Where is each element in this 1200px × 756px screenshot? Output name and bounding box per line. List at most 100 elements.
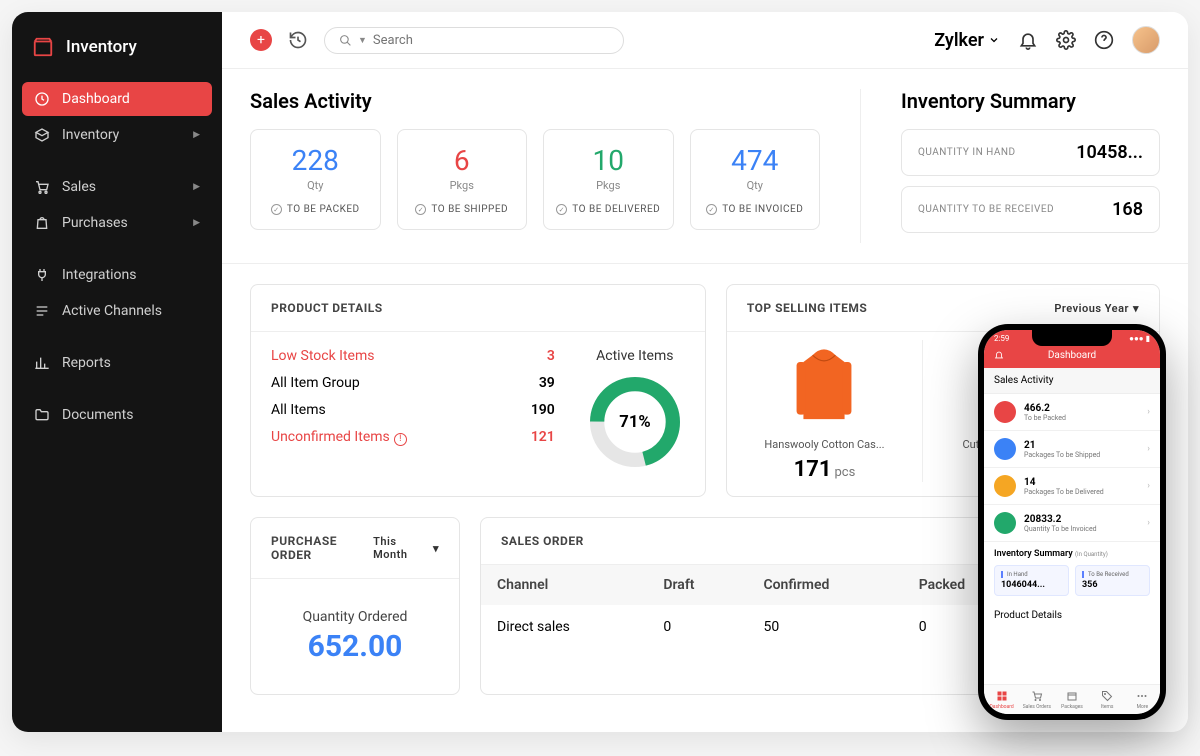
search-wrap[interactable]: ▼ <box>324 27 624 54</box>
sidebar: Inventory Dashboard Inventory ▶ Sales ▶ … <box>12 12 222 732</box>
active-items-chart: Active Items 71% <box>585 348 685 476</box>
summary-value: 10458... <box>1076 142 1143 163</box>
phone-sa-item-invoiced[interactable]: 20833.2Quantity To be Invoiced› <box>984 505 1160 542</box>
plug-icon <box>34 267 50 283</box>
cart-icon <box>1031 690 1043 702</box>
sidebar-item-reports[interactable]: Reports <box>22 346 212 380</box>
stat-label: ✓TO BE PACKED <box>261 204 370 215</box>
sidebar-item-sales[interactable]: Sales ▶ <box>22 170 212 204</box>
top-summary-row: Sales Activity 228 Qty ✓TO BE PACKED 6 P… <box>222 69 1188 264</box>
nav-label: Dashboard <box>62 91 130 107</box>
sales-activity-section: Sales Activity 228 Qty ✓TO BE PACKED 6 P… <box>250 89 860 243</box>
folder-icon <box>34 407 50 423</box>
bell-icon[interactable] <box>1018 30 1038 50</box>
po-value: 652.00 <box>261 629 449 664</box>
check-icon: ✓ <box>706 204 717 215</box>
phone-tab-more[interactable]: More <box>1125 685 1160 714</box>
sidebar-item-integrations[interactable]: Integrations <box>22 258 212 292</box>
sidebar-item-purchases[interactable]: Purchases ▶ <box>22 206 212 240</box>
phone-sa-title: Sales Activity <box>984 368 1160 394</box>
nav-label: Active Channels <box>62 303 162 319</box>
chevron-right-icon: › <box>1147 444 1150 454</box>
nav-label: Inventory <box>62 127 119 143</box>
check-icon: ✓ <box>271 204 282 215</box>
history-icon[interactable] <box>288 30 308 50</box>
pd-row-unconfirmed[interactable]: Unconfirmed Items!121 <box>271 429 555 446</box>
more-icon <box>1136 690 1148 702</box>
search-icon <box>339 34 352 47</box>
pd-row-low-stock[interactable]: Low Stock Items3 <box>271 348 555 364</box>
check-icon: ✓ <box>556 204 567 215</box>
stat-card-to-be-packed[interactable]: 228 Qty ✓TO BE PACKED <box>250 129 381 230</box>
phone-screen: 2:59 ●●● ▮ Dashboard Sales Activity 466.… <box>984 330 1160 714</box>
active-items-label: Active Items <box>585 348 685 364</box>
phone-header: Dashboard <box>984 345 1160 368</box>
sidebar-item-dashboard[interactable]: Dashboard <box>22 82 212 116</box>
brand: Inventory <box>12 36 222 82</box>
stat-label: ✓TO BE DELIVERED <box>554 204 663 215</box>
sidebar-item-inventory[interactable]: Inventory ▶ <box>22 118 212 152</box>
po-label: Quantity Ordered <box>261 609 449 625</box>
org-switcher[interactable]: Zylker <box>934 30 1000 51</box>
gear-icon[interactable] <box>1056 30 1076 50</box>
nav-label: Sales <box>62 179 96 195</box>
box-icon <box>34 127 50 143</box>
help-icon[interactable] <box>1094 30 1114 50</box>
topbar-right: Zylker <box>934 26 1160 54</box>
phone-tab-dashboard[interactable]: Dashboard <box>984 685 1019 714</box>
nav: Dashboard Inventory ▶ Sales ▶ Purchases … <box>12 82 222 432</box>
stat-card-to-be-invoiced[interactable]: 474 Qty ✓TO BE INVOICED <box>690 129 821 230</box>
phone-tab-bar: Dashboard Sales Orders Packages Items Mo… <box>984 684 1160 714</box>
org-name: Zylker <box>934 30 984 51</box>
chevron-down-icon <box>988 34 1000 46</box>
dashboard-icon <box>996 690 1008 702</box>
summary-label: QUANTITY TO BE RECEIVED <box>918 204 1054 215</box>
stat-card-to-be-shipped[interactable]: 6 Pkgs ✓TO BE SHIPPED <box>397 129 528 230</box>
top-selling-item[interactable]: Hanswooly Cotton Cas... 171pcs <box>727 340 923 482</box>
phone-tab-sales-orders[interactable]: Sales Orders <box>1019 685 1054 714</box>
sidebar-item-active-channels[interactable]: Active Channels <box>22 294 212 328</box>
svg-text:71%: 71% <box>619 413 650 432</box>
brand-name: Inventory <box>66 37 137 57</box>
box-icon <box>994 401 1016 423</box>
phone-sa-item-delivered[interactable]: 14Packages To be Delivered› <box>984 468 1160 505</box>
inventory-summary-title: Inventory Summary <box>901 89 1160 113</box>
sidebar-item-documents[interactable]: Documents <box>22 398 212 432</box>
cell: 0 <box>647 605 747 649</box>
top-selling-filter[interactable]: Previous Year ▾ <box>1054 302 1139 315</box>
purchase-order-filter[interactable]: This Month ▾ <box>373 535 439 561</box>
nav-label: Reports <box>62 355 111 371</box>
phone-product-details-title: Product Details <box>984 603 1160 624</box>
phone-tab-items[interactable]: Items <box>1090 685 1125 714</box>
nav-label: Integrations <box>62 267 136 283</box>
phone-tab-packages[interactable]: Packages <box>1054 685 1089 714</box>
phone-signal-icon: ●●● ▮ <box>1129 334 1150 343</box>
chevron-right-icon: › <box>1147 481 1150 491</box>
add-button[interactable]: + <box>250 29 272 51</box>
summary-value: 168 <box>1112 199 1143 220</box>
phone-sa-item-shipped[interactable]: 21Packages To be Shipped› <box>984 431 1160 468</box>
panel-title: PURCHASE ORDER <box>271 534 373 562</box>
tag-icon <box>1101 690 1113 702</box>
panel-title: TOP SELLING ITEMS <box>747 301 867 315</box>
product-details-panel: PRODUCT DETAILS Low Stock Items3 All Ite… <box>250 284 706 497</box>
stat-value: 228 <box>261 144 370 177</box>
warning-icon: ! <box>394 433 407 446</box>
stat-label: ✓TO BE SHIPPED <box>408 204 517 215</box>
bag-icon <box>34 215 50 231</box>
search-input[interactable] <box>373 33 609 48</box>
phone-inv-in-hand: In Hand1046044... <box>994 565 1069 596</box>
pd-row-item-group[interactable]: All Item Group39 <box>271 375 555 391</box>
stat-unit: Qty <box>701 179 810 192</box>
chevron-down-icon: ▼ <box>358 35 367 46</box>
check-icon <box>994 475 1016 497</box>
bell-icon[interactable] <box>994 350 1004 360</box>
summary-label: QUANTITY IN HAND <box>918 147 1016 158</box>
phone-sa-item-packed[interactable]: 466.2To be Packed› <box>984 394 1160 431</box>
stat-unit: Qty <box>261 179 370 192</box>
pd-row-all-items[interactable]: All Items190 <box>271 402 555 418</box>
stat-value: 6 <box>408 144 517 177</box>
avatar[interactable] <box>1132 26 1160 54</box>
stat-card-to-be-delivered[interactable]: 10 Pkgs ✓TO BE DELIVERED <box>543 129 674 230</box>
sales-activity-cards: 228 Qty ✓TO BE PACKED 6 Pkgs ✓TO BE SHIP… <box>250 129 820 230</box>
